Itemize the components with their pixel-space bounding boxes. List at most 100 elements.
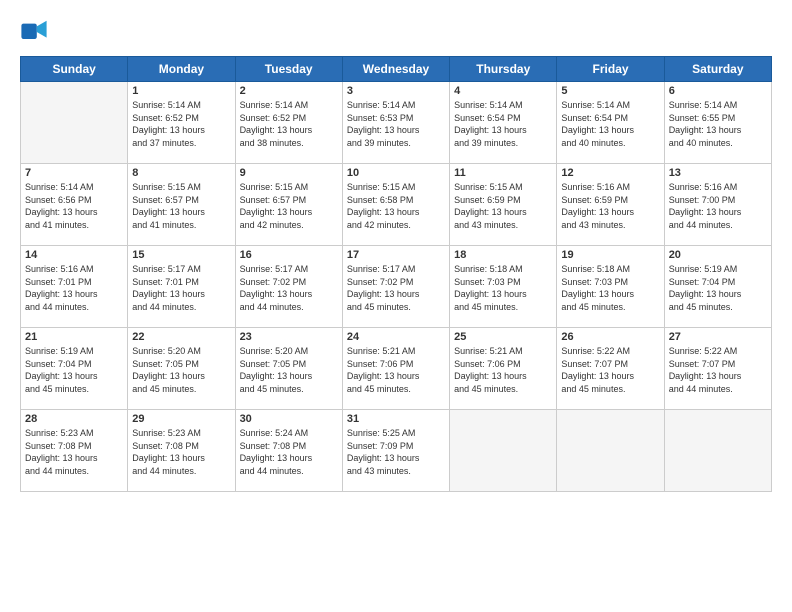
calendar-cell: 29Sunrise: 5:23 AM Sunset: 7:08 PM Dayli…: [128, 410, 235, 492]
calendar-cell: 17 Sunrise: 5:17 AM Sunset: 7:02 PM Dayli…: [342, 246, 449, 328]
cell-info: Sunrise: 5:21 AM Sunset: 7:06 PM Dayligh…: [347, 345, 445, 395]
cell-info: Sunrise: 5:19 AM Sunset: 7:04 PM Dayligh…: [669, 263, 767, 313]
calendar-cell: 21 Sunrise: 5:19 AM Sunset: 7:04 PM Dayli…: [21, 328, 128, 410]
cell-info: Sunrise: 5:14 AM Sunset: 6:54 PM Dayligh…: [454, 99, 552, 149]
weekday-header: Monday: [128, 57, 235, 82]
day-number: 7: [25, 167, 123, 179]
cell-info: Sunrise: 5:15 AM Sunset: 6:57 PM Dayligh…: [132, 181, 230, 231]
day-number: 28: [25, 413, 123, 425]
cell-info: Sunrise: 5:17 AM Sunset: 7:02 PM Dayligh…: [347, 263, 445, 313]
day-number: 17: [347, 249, 445, 261]
calendar-cell: 1 Sunrise: 5:14 AM Sunset: 6:52 PM Daylig…: [128, 82, 235, 164]
day-number: 1: [132, 85, 230, 97]
day-number: 2: [240, 85, 338, 97]
weekday-header: Sunday: [21, 57, 128, 82]
day-number: 11: [454, 167, 552, 179]
logo: [20, 18, 52, 46]
calendar-cell: 13 Sunrise: 5:16 AM Sunset: 7:00 PM Dayli…: [664, 164, 771, 246]
calendar-cell: 16 Sunrise: 5:17 AM Sunset: 7:02 PM Dayli…: [235, 246, 342, 328]
calendar-cell: 18 Sunrise: 5:18 AM Sunset: 7:03 PM Dayli…: [450, 246, 557, 328]
calendar-cell: 25Sunrise: 5:21 AM Sunset: 7:06 PM Dayli…: [450, 328, 557, 410]
day-number: 6: [669, 85, 767, 97]
calendar-cell: 30 Sunrise: 5:24 AM Sunset: 7:08 PM Dayli…: [235, 410, 342, 492]
cell-info: Sunrise: 5:21 AM Sunset: 7:06 PM Dayligh…: [454, 345, 552, 395]
day-number: 3: [347, 85, 445, 97]
day-number: 4: [454, 85, 552, 97]
calendar-cell: 14 Sunrise: 5:16 AM Sunset: 7:01 PM Dayli…: [21, 246, 128, 328]
day-number: 14: [25, 249, 123, 261]
calendar-cell: 10 Sunrise: 5:15 AM Sunset: 6:58 PM Dayli…: [342, 164, 449, 246]
page: SundayMondayTuesdayWednesdayThursdayFrid…: [0, 0, 792, 612]
day-number: 21: [25, 331, 123, 343]
cell-info: Sunrise: 5:14 AM Sunset: 6:53 PM Dayligh…: [347, 99, 445, 149]
calendar-cell: 31 Sunrise: 5:25 AM Sunset: 7:09 PM Dayli…: [342, 410, 449, 492]
day-number: 26: [561, 331, 659, 343]
calendar-cell: 9 Sunrise: 5:15 AM Sunset: 6:57 PM Daylig…: [235, 164, 342, 246]
calendar-week-row: 7 Sunrise: 5:14 AM Sunset: 6:56 PM Daylig…: [21, 164, 772, 246]
header: [20, 18, 772, 46]
calendar-cell: 8Sunrise: 5:15 AM Sunset: 6:57 PM Daylig…: [128, 164, 235, 246]
calendar-week-row: 1 Sunrise: 5:14 AM Sunset: 6:52 PM Daylig…: [21, 82, 772, 164]
calendar-cell: 12 Sunrise: 5:16 AM Sunset: 6:59 PM Dayli…: [557, 164, 664, 246]
cell-info: Sunrise: 5:18 AM Sunset: 7:03 PM Dayligh…: [454, 263, 552, 313]
calendar: SundayMondayTuesdayWednesdayThursdayFrid…: [20, 56, 772, 492]
calendar-week-row: 14 Sunrise: 5:16 AM Sunset: 7:01 PM Dayli…: [21, 246, 772, 328]
cell-info: Sunrise: 5:17 AM Sunset: 7:01 PM Dayligh…: [132, 263, 230, 313]
cell-info: Sunrise: 5:15 AM Sunset: 6:59 PM Dayligh…: [454, 181, 552, 231]
calendar-cell: [450, 410, 557, 492]
logo-icon: [20, 18, 48, 46]
calendar-cell: 6 Sunrise: 5:14 AM Sunset: 6:55 PM Daylig…: [664, 82, 771, 164]
weekday-header: Tuesday: [235, 57, 342, 82]
calendar-cell: 19Sunrise: 5:18 AM Sunset: 7:03 PM Dayli…: [557, 246, 664, 328]
cell-info: Sunrise: 5:16 AM Sunset: 7:00 PM Dayligh…: [669, 181, 767, 231]
calendar-cell: 11 Sunrise: 5:15 AM Sunset: 6:59 PM Dayli…: [450, 164, 557, 246]
cell-info: Sunrise: 5:24 AM Sunset: 7:08 PM Dayligh…: [240, 427, 338, 477]
calendar-cell: 22Sunrise: 5:20 AM Sunset: 7:05 PM Dayli…: [128, 328, 235, 410]
calendar-cell: 2 Sunrise: 5:14 AM Sunset: 6:52 PM Daylig…: [235, 82, 342, 164]
cell-info: Sunrise: 5:14 AM Sunset: 6:55 PM Dayligh…: [669, 99, 767, 149]
calendar-week-row: 28 Sunrise: 5:23 AM Sunset: 7:08 PM Dayli…: [21, 410, 772, 492]
day-number: 29: [132, 413, 230, 425]
calendar-cell: 26 Sunrise: 5:22 AM Sunset: 7:07 PM Dayli…: [557, 328, 664, 410]
weekday-header: Saturday: [664, 57, 771, 82]
day-number: 16: [240, 249, 338, 261]
weekday-header: Thursday: [450, 57, 557, 82]
cell-info: Sunrise: 5:20 AM Sunset: 7:05 PM Dayligh…: [132, 345, 230, 395]
day-number: 31: [347, 413, 445, 425]
weekday-header-row: SundayMondayTuesdayWednesdayThursdayFrid…: [21, 57, 772, 82]
cell-info: Sunrise: 5:22 AM Sunset: 7:07 PM Dayligh…: [669, 345, 767, 395]
cell-info: Sunrise: 5:14 AM Sunset: 6:52 PM Dayligh…: [132, 99, 230, 149]
cell-info: Sunrise: 5:15 AM Sunset: 6:58 PM Dayligh…: [347, 181, 445, 231]
cell-info: Sunrise: 5:23 AM Sunset: 7:08 PM Dayligh…: [25, 427, 123, 477]
calendar-cell: 28 Sunrise: 5:23 AM Sunset: 7:08 PM Dayli…: [21, 410, 128, 492]
calendar-cell: 5Sunrise: 5:14 AM Sunset: 6:54 PM Daylig…: [557, 82, 664, 164]
cell-info: Sunrise: 5:14 AM Sunset: 6:52 PM Dayligh…: [240, 99, 338, 149]
day-number: 23: [240, 331, 338, 343]
calendar-cell: [557, 410, 664, 492]
day-number: 30: [240, 413, 338, 425]
day-number: 5: [561, 85, 659, 97]
day-number: 20: [669, 249, 767, 261]
cell-info: Sunrise: 5:22 AM Sunset: 7:07 PM Dayligh…: [561, 345, 659, 395]
cell-info: Sunrise: 5:15 AM Sunset: 6:57 PM Dayligh…: [240, 181, 338, 231]
day-number: 24: [347, 331, 445, 343]
calendar-cell: 20 Sunrise: 5:19 AM Sunset: 7:04 PM Dayli…: [664, 246, 771, 328]
calendar-cell: 27Sunrise: 5:22 AM Sunset: 7:07 PM Dayli…: [664, 328, 771, 410]
day-number: 9: [240, 167, 338, 179]
day-number: 10: [347, 167, 445, 179]
cell-info: Sunrise: 5:19 AM Sunset: 7:04 PM Dayligh…: [25, 345, 123, 395]
cell-info: Sunrise: 5:17 AM Sunset: 7:02 PM Dayligh…: [240, 263, 338, 313]
cell-info: Sunrise: 5:16 AM Sunset: 7:01 PM Dayligh…: [25, 263, 123, 313]
calendar-cell: 24 Sunrise: 5:21 AM Sunset: 7:06 PM Dayli…: [342, 328, 449, 410]
calendar-cell: [664, 410, 771, 492]
calendar-cell: 7 Sunrise: 5:14 AM Sunset: 6:56 PM Daylig…: [21, 164, 128, 246]
cell-info: Sunrise: 5:14 AM Sunset: 6:56 PM Dayligh…: [25, 181, 123, 231]
calendar-cell: 23Sunrise: 5:20 AM Sunset: 7:05 PM Dayli…: [235, 328, 342, 410]
cell-info: Sunrise: 5:25 AM Sunset: 7:09 PM Dayligh…: [347, 427, 445, 477]
cell-info: Sunrise: 5:16 AM Sunset: 6:59 PM Dayligh…: [561, 181, 659, 231]
day-number: 15: [132, 249, 230, 261]
day-number: 12: [561, 167, 659, 179]
day-number: 18: [454, 249, 552, 261]
weekday-header: Wednesday: [342, 57, 449, 82]
day-number: 13: [669, 167, 767, 179]
